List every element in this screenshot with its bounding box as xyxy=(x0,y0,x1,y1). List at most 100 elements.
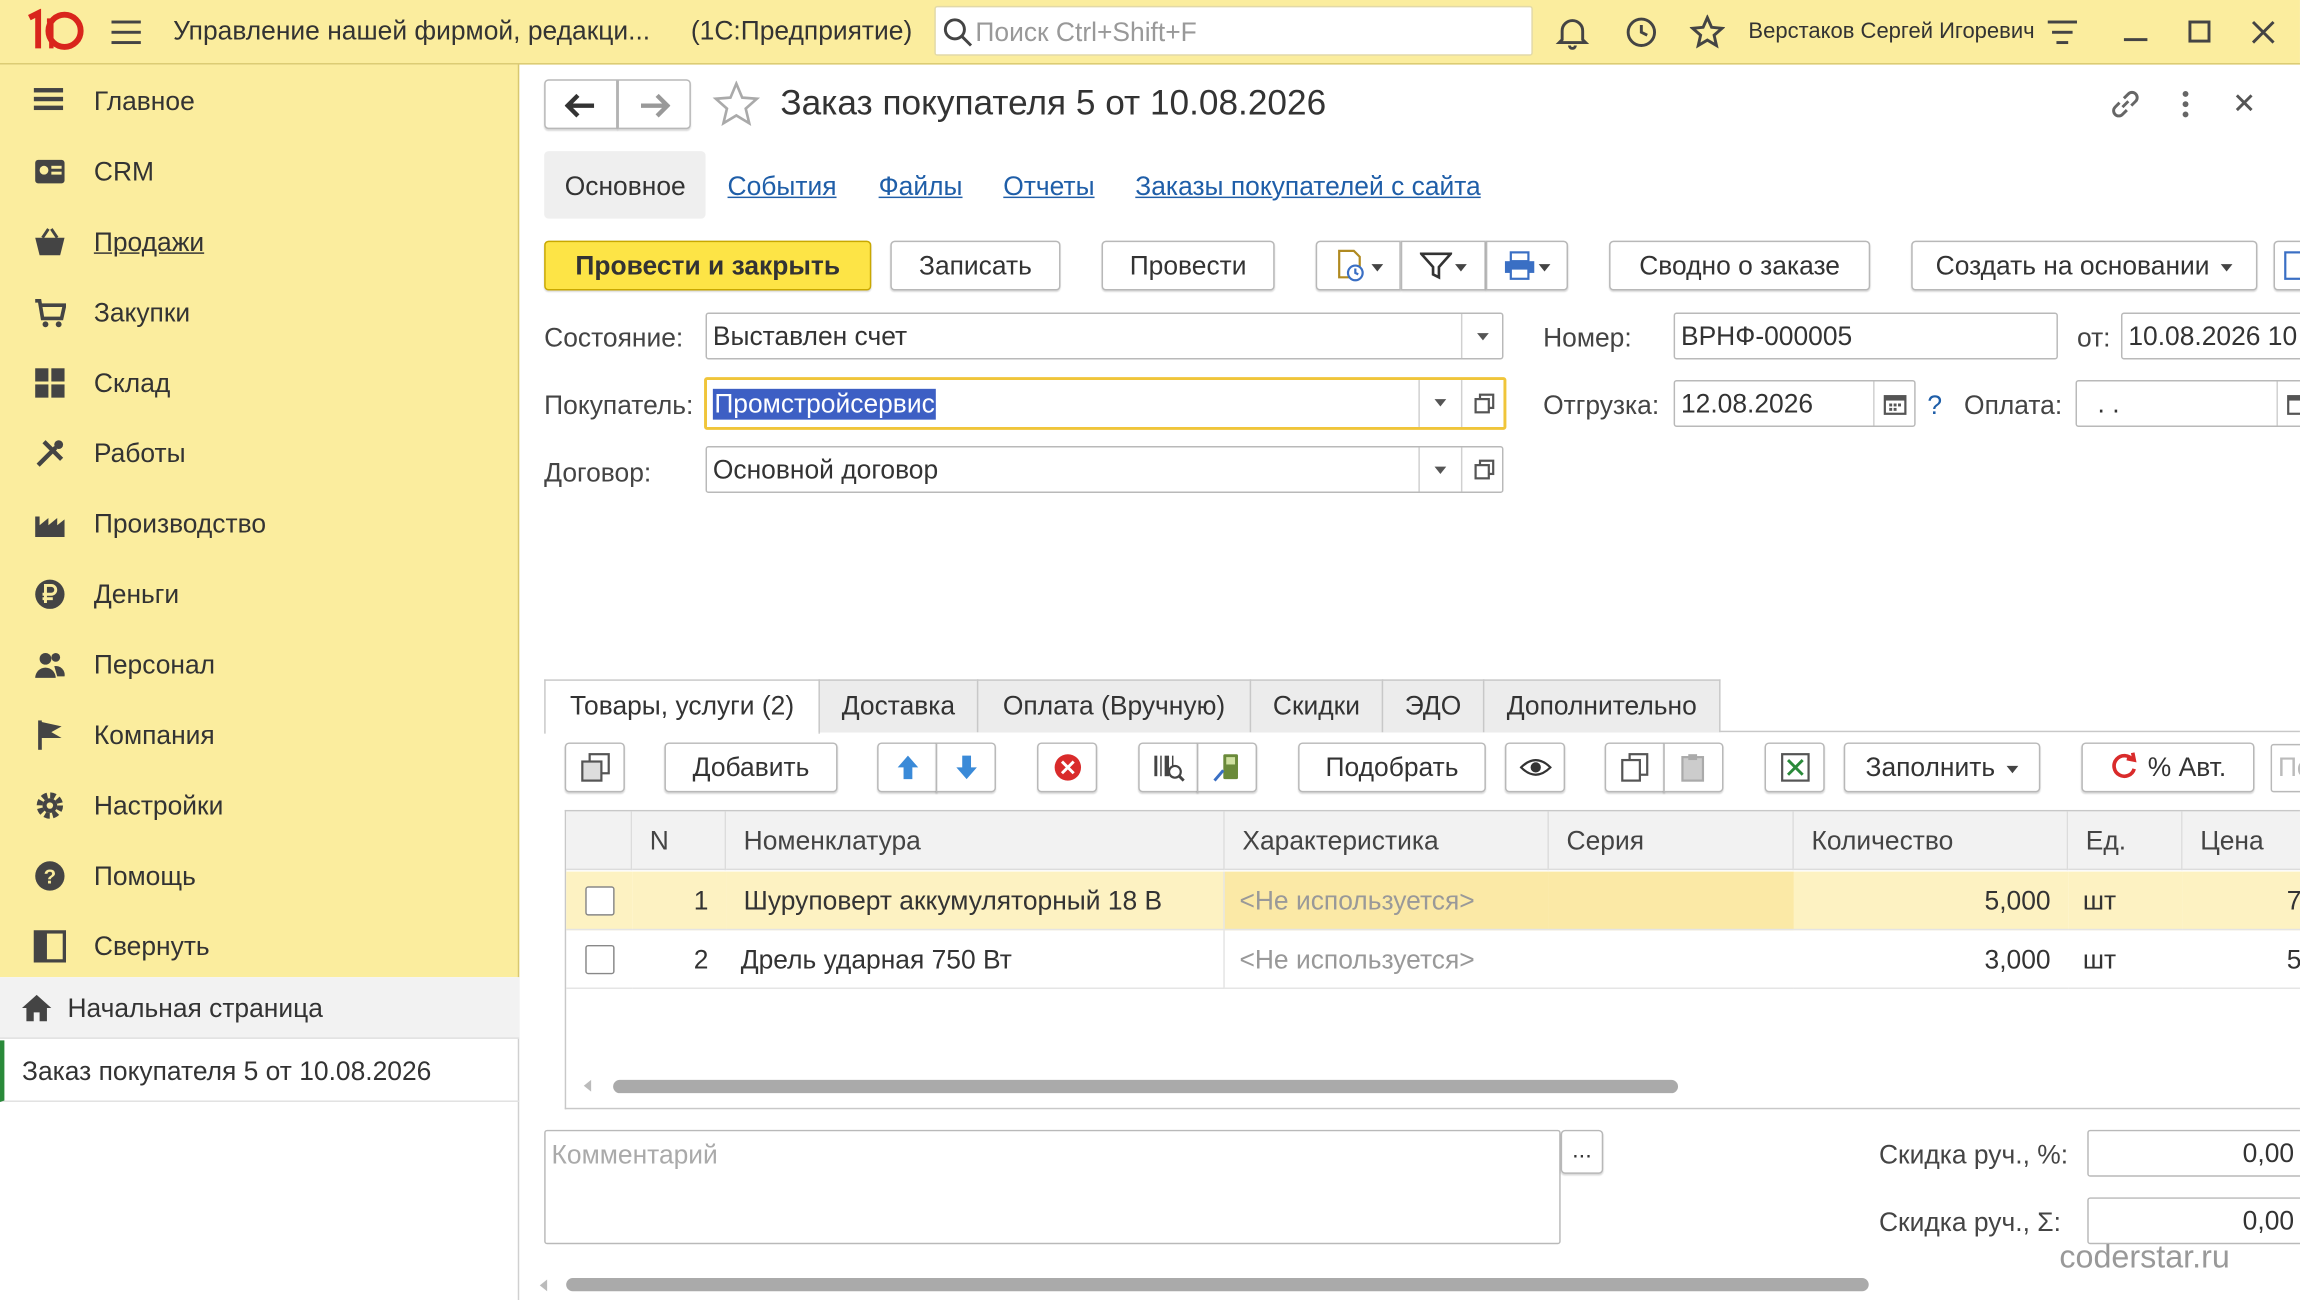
create-based-on-button[interactable]: Создать на основании xyxy=(1911,240,2258,291)
logo-1c[interactable] xyxy=(21,8,91,53)
filter-button[interactable] xyxy=(1400,240,1486,291)
sidebar-item-works[interactable]: Работы xyxy=(0,420,519,485)
table-row[interactable]: 2 Дрель ударная 750 Вт <Не используется>… xyxy=(566,930,2300,989)
tab-main[interactable]: Основное xyxy=(544,151,706,219)
fill-button[interactable]: Заполнить xyxy=(1843,742,2041,793)
row-characteristic[interactable]: <Не используется> xyxy=(1224,871,1549,931)
hamburger-icon[interactable] xyxy=(111,18,143,47)
row-quantity[interactable]: 5,000 xyxy=(1793,871,2069,931)
sidebar-item-money[interactable]: Деньги xyxy=(0,561,519,626)
open-window-home[interactable]: Начальная страница xyxy=(0,977,520,1039)
contract-open-button[interactable] xyxy=(1460,447,1504,492)
state-dropdown-button[interactable] xyxy=(1460,314,1504,359)
sidebar-item-production[interactable]: Производство xyxy=(0,490,519,555)
scroll-left-icon[interactable] xyxy=(581,1078,593,1093)
paste-button[interactable] xyxy=(1663,742,1724,793)
form-scroll-left-icon[interactable] xyxy=(537,1278,549,1293)
column-header-unit[interactable]: Ед. xyxy=(2068,811,2183,871)
column-header-quantity[interactable]: Количество xyxy=(1793,811,2069,871)
favorites-star-icon[interactable] xyxy=(1689,14,1725,50)
sidebar-item-warehouse[interactable]: Склад xyxy=(0,349,519,414)
form-horizontal-scrollbar[interactable] xyxy=(566,1278,1869,1292)
auto-discount-button[interactable]: % Авт. xyxy=(2081,742,2255,793)
tab-site-orders[interactable]: Заказы покупателей с сайта xyxy=(1135,172,1480,203)
table-horizontal-scrollbar[interactable] xyxy=(613,1079,1679,1094)
shipment-calendar-button[interactable] xyxy=(1873,381,1916,426)
comment-field[interactable]: Комментарий xyxy=(544,1129,1561,1245)
sidebar-item-company[interactable]: Компания xyxy=(0,701,519,766)
number-field[interactable]: ВРНФ-000005 xyxy=(1673,312,2058,360)
copy-rows-button[interactable] xyxy=(564,742,625,793)
column-header-price[interactable]: Цена xyxy=(2182,811,2300,871)
row-checkbox[interactable] xyxy=(585,944,615,975)
add-row-button[interactable]: Добавить xyxy=(664,742,838,793)
save-button[interactable]: Записать xyxy=(890,240,1061,291)
discount-pct-field[interactable]: 0,00 xyxy=(2087,1129,2300,1177)
data-collection-button[interactable] xyxy=(1196,742,1258,793)
tab-delivery[interactable]: Доставка xyxy=(818,679,979,733)
tab-reports[interactable]: Отчеты xyxy=(1003,172,1094,203)
row-quantity[interactable]: 3,000 xyxy=(1793,930,2069,989)
state-field[interactable]: Выставлен счет xyxy=(705,312,1504,360)
post-button[interactable]: Провести xyxy=(1101,240,1275,291)
related-docs-button[interactable] xyxy=(1315,240,1401,291)
print-button[interactable] xyxy=(1485,240,1569,291)
open-window-current[interactable]: Заказ покупателя 5 от 10.08.2026 xyxy=(0,1040,520,1102)
shipment-help-link[interactable]: ? xyxy=(1927,390,1942,421)
post-and-close-button[interactable]: Провести и закрыть xyxy=(544,240,872,291)
row-series[interactable] xyxy=(1548,930,1794,989)
sidebar-item-crm[interactable]: CRM xyxy=(0,138,519,203)
maximize-icon[interactable] xyxy=(2186,18,2215,47)
column-header-series[interactable]: Серия xyxy=(1548,811,1794,871)
column-header-nomenclature[interactable]: Номенклатура xyxy=(726,811,1225,871)
row-unit[interactable]: шт xyxy=(2068,871,2183,931)
barcode-search-button[interactable] xyxy=(1138,742,1199,793)
sidebar-item-sales[interactable]: Продажи xyxy=(0,208,519,273)
column-header-characteristic[interactable]: Характеристика xyxy=(1224,811,1549,871)
tab-edo[interactable]: ЭДО xyxy=(1381,679,1485,733)
contract-field[interactable]: Основной договор xyxy=(705,446,1504,494)
settings-menu-icon[interactable] xyxy=(2047,18,2080,50)
tab-events[interactable]: События xyxy=(728,172,837,203)
sidebar-item-help[interactable]: ? Помощь xyxy=(0,842,519,907)
buyer-dropdown-button[interactable] xyxy=(1418,380,1461,427)
order-summary-button[interactable]: Сводно о заказе xyxy=(1609,240,1871,291)
sidebar-item-main[interactable]: Главное xyxy=(0,67,519,132)
buyer-open-button[interactable] xyxy=(1460,380,1504,427)
forward-button[interactable] xyxy=(617,79,691,130)
move-down-button[interactable] xyxy=(935,742,996,793)
from-date-field[interactable]: 10.08.2026 10 xyxy=(2120,312,2300,360)
link-icon[interactable] xyxy=(2108,87,2143,122)
sidebar-item-collapse[interactable]: Свернуть xyxy=(0,913,519,978)
pick-items-button[interactable]: Подобрать xyxy=(1298,742,1486,793)
row-checkbox[interactable] xyxy=(585,886,615,916)
more-icon[interactable] xyxy=(2171,87,2200,122)
sidebar-item-staff[interactable]: Персонал xyxy=(0,631,519,696)
favorite-star-icon[interactable] xyxy=(711,80,761,128)
tab-discounts[interactable]: Скидки xyxy=(1249,679,1384,733)
table-row[interactable]: 1 Шуруповерт аккумуляторный 18 В <Не исп… xyxy=(566,871,2300,931)
row-series[interactable] xyxy=(1548,871,1794,931)
shipment-date-field[interactable]: 12.08.2026 xyxy=(1673,380,1916,427)
bell-icon[interactable] xyxy=(1555,15,1590,50)
close-app-icon[interactable] xyxy=(2249,18,2278,47)
row-price[interactable]: 7 xyxy=(2182,871,2300,931)
column-header-n[interactable]: N xyxy=(632,811,727,871)
buyer-field[interactable]: Промстройсервис xyxy=(704,377,1507,430)
delete-row-button[interactable] xyxy=(1037,742,1098,793)
minimize-icon[interactable] xyxy=(2121,18,2150,47)
user-name[interactable]: Верстаков Сергей Игоревич xyxy=(1748,19,2034,44)
row-unit[interactable]: шт xyxy=(2068,930,2183,989)
row-nomenclature[interactable]: Шуруповерт аккумуляторный 18 В xyxy=(726,871,1225,931)
row-nomenclature[interactable]: Дрель ударная 750 Вт xyxy=(726,930,1225,989)
payment-date-field[interactable]: . . xyxy=(2075,380,2300,427)
tab-files[interactable]: Файлы xyxy=(879,172,963,203)
comment-expand-button[interactable]: ... xyxy=(1560,1129,1604,1174)
back-button[interactable] xyxy=(544,79,618,130)
copy-to-clipboard-button[interactable] xyxy=(1604,742,1665,793)
discount-sum-field[interactable]: 0,00 xyxy=(2087,1197,2300,1245)
sidebar-item-purchases[interactable]: Закупки xyxy=(0,279,519,344)
preview-button[interactable] xyxy=(1504,742,1566,793)
contract-dropdown-button[interactable] xyxy=(1418,447,1461,492)
row-characteristic[interactable]: <Не используется> xyxy=(1224,930,1549,989)
